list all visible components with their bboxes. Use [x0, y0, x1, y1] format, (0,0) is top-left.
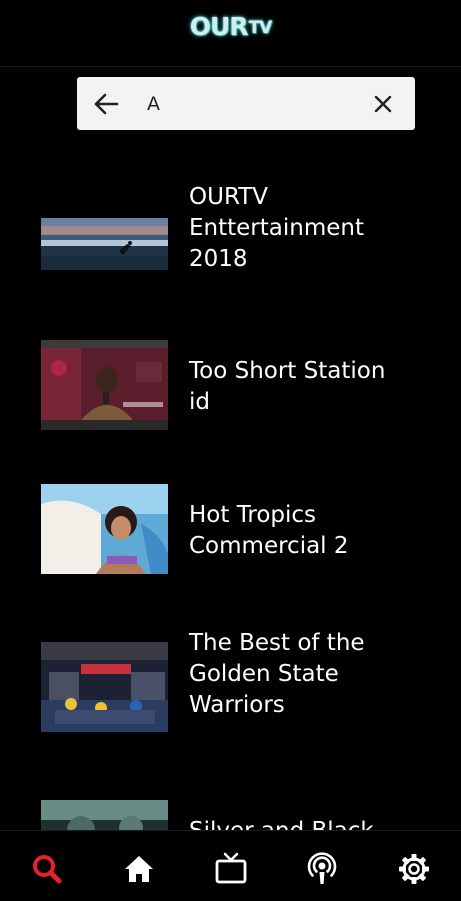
result-title[interactable]: Too Short Station id	[189, 356, 439, 418]
close-icon[interactable]	[372, 93, 394, 115]
arrow-left-icon[interactable]	[92, 90, 120, 118]
result-thumbnail[interactable]	[41, 800, 168, 830]
search-bar	[77, 77, 415, 130]
search-results-list: OURTV Enttertainment 2018 Too Short Stat…	[0, 140, 461, 830]
tv-icon[interactable]	[213, 851, 249, 887]
result-title-line: Hot Tropics	[189, 502, 317, 528]
result-thumbnail[interactable]	[41, 340, 168, 430]
result-item[interactable]: Silver and Black	[0, 800, 461, 830]
settings-icon[interactable]	[396, 851, 432, 887]
result-title-line: Too Short Station	[189, 358, 386, 384]
result-item[interactable]: OURTV Enttertainment 2018	[0, 182, 461, 312]
ourtv-logo[interactable]: OURTV	[0, 12, 461, 41]
result-title-line: 2018	[189, 246, 248, 272]
result-title[interactable]: OURTV Enttertainment 2018	[189, 182, 439, 275]
result-title[interactable]: Silver and Black	[189, 816, 439, 830]
logo-main-text: OUR	[189, 12, 249, 41]
result-item[interactable]: Too Short Station id	[0, 340, 461, 470]
result-thumbnail[interactable]	[41, 642, 168, 732]
logo-suffix-text: TV	[248, 18, 273, 38]
result-title-line: Golden State	[189, 661, 339, 687]
result-title-line: Commercial 2	[189, 533, 349, 559]
result-title[interactable]: Hot Tropics Commercial 2	[189, 500, 439, 562]
result-title-line: Warriors	[189, 692, 285, 718]
result-title-line: The Best of the	[189, 630, 365, 656]
result-title-line: OURTV	[189, 184, 269, 210]
home-icon[interactable]	[121, 851, 157, 887]
bottom-navigation	[0, 830, 461, 901]
result-thumbnail[interactable]	[41, 484, 168, 574]
result-title[interactable]: The Best of the Golden State Warriors	[189, 628, 439, 721]
result-title-line: Enttertainment	[189, 215, 364, 241]
result-thumbnail[interactable]	[41, 200, 168, 290]
podcast-icon[interactable]	[304, 851, 340, 887]
result-title-line: Silver and Black	[189, 816, 439, 830]
result-item[interactable]: The Best of the Golden State Warriors	[0, 628, 461, 758]
result-item[interactable]: Hot Tropics Commercial 2	[0, 484, 461, 614]
search-input[interactable]	[147, 87, 357, 120]
app-header: OURTV	[0, 0, 461, 67]
search-icon[interactable]	[29, 851, 65, 887]
result-title-line: id	[189, 389, 210, 415]
